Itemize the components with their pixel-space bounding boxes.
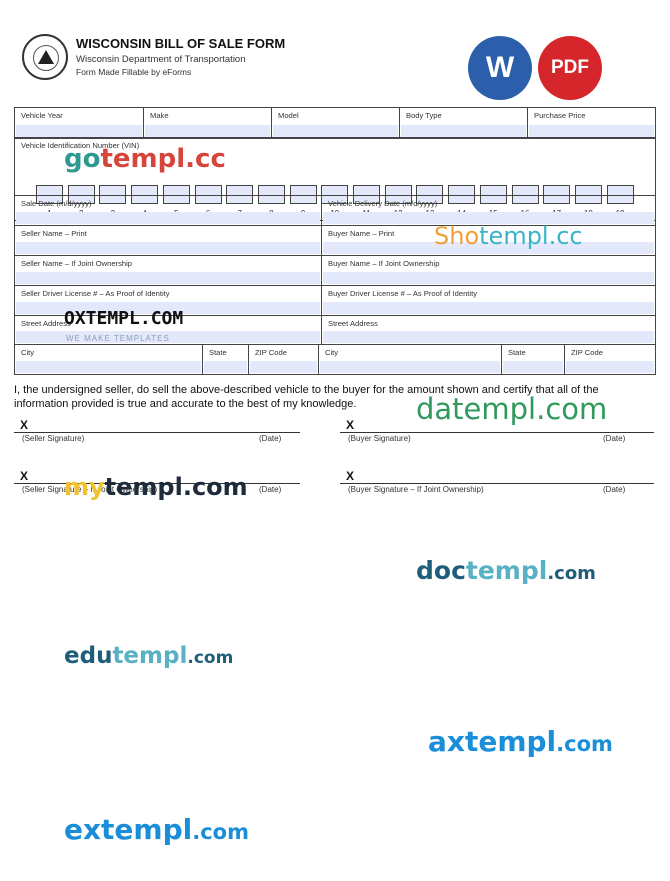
buyer-joint-sign-x: X [346,469,355,483]
word-download-button[interactable]: W [468,36,532,100]
buyer-zip-field[interactable]: ZIP Code [564,344,656,375]
seller-joint-sign-x: X [20,469,29,483]
seller-zip-field[interactable]: ZIP Code [248,344,319,375]
purchase-price-field[interactable]: Purchase Price [527,107,656,139]
buyer-city-field[interactable]: City [318,344,502,375]
watermark-oxtempl-tagline: WE MAKE TEMPLATES [66,334,170,343]
watermark-mytempl: mytempl.com [64,473,248,501]
buyer-signature-line[interactable] [340,432,654,433]
buyer-license-field[interactable]: Buyer Driver License # – As Proof of Ide… [321,285,656,316]
watermark-shotempl: Shotempl.cc [434,222,583,250]
pdf-download-button[interactable]: PDF [538,36,602,100]
body-type-field[interactable]: Body Type [399,107,528,139]
buyer-joint-name-field[interactable]: Buyer Name – If Joint Ownership [321,255,656,286]
seller-sign-x: X [20,418,29,432]
watermark-datempl: datempl.com [416,392,608,426]
department-name: Wisconsin Department of Transportation [76,54,246,65]
vehicle-year-field[interactable]: Vehicle Year [14,107,144,139]
buyer-state-field[interactable]: State [501,344,565,375]
seller-signature-label: (Seller Signature) [22,434,85,443]
watermark-axtempl: axtempl.com [428,725,613,758]
seller-date-label: (Date) [259,434,282,443]
watermark-doctempl: doctempl.com [416,556,596,585]
made-fillable-note: Form Made Fillable by eForms [76,67,192,77]
seller-name-field[interactable]: Seller Name – Print [14,225,322,256]
watermark-oxtempl: OXTEMPL.COM [64,308,184,329]
buyer-joint-date-label: (Date) [603,485,626,494]
form-title: WISCONSIN BILL OF SALE FORM [76,36,286,51]
make-field[interactable]: Make [143,107,272,139]
buyer-signature-label: (Buyer Signature) [348,434,411,443]
seller-state-field[interactable]: State [202,344,249,375]
buyer-sign-x: X [346,418,355,432]
delivery-date-field[interactable]: Vehicle Delivery Date (m/d/yyyy) [321,195,656,226]
buyer-date-label: (Date) [603,434,626,443]
seller-signature-line[interactable] [14,432,300,433]
sale-date-field[interactable]: Sale Date (m/d/yyyy) [14,195,322,226]
seller-city-field[interactable]: City [14,344,203,375]
seller-joint-name-field[interactable]: Seller Name – If Joint Ownership [14,255,322,286]
watermark-edutempl: edutempl.com [64,643,234,669]
dot-seal-logo [22,34,68,80]
seller-joint-date-label: (Date) [259,485,282,494]
watermark-gotempl: gotempl.cc [64,144,226,174]
buyer-joint-signature-line[interactable] [340,483,654,484]
buyer-joint-signature-label: (Buyer Signature – If Joint Ownership) [348,485,484,494]
model-field[interactable]: Model [271,107,400,139]
buyer-street-field[interactable]: Street Address [321,315,656,345]
watermark-extempl: extempl.com [64,813,249,846]
